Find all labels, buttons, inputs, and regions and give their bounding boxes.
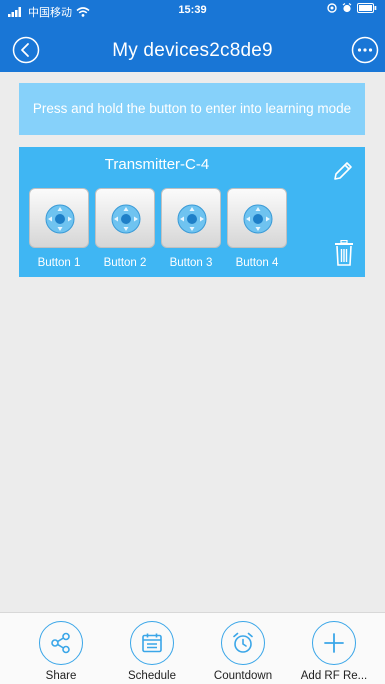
pencil-icon[interactable]	[331, 159, 355, 183]
dpad-icon	[177, 204, 207, 234]
learning-mode-hint: Press and hold the button to enter into …	[19, 83, 365, 135]
remote-button-3[interactable]	[161, 188, 221, 248]
dpad-icon	[45, 204, 75, 234]
trash-icon[interactable]	[333, 240, 355, 266]
share-label: Share	[45, 670, 77, 682]
remote-button-4[interactable]	[227, 188, 287, 248]
remote-button-1-label: Button 1	[37, 257, 81, 269]
header-bar: 中国移动 15:39 My devices2c8de9	[0, 0, 385, 72]
countdown-label: Countdown	[213, 670, 273, 682]
schedule-label: Schedule	[128, 670, 176, 682]
add-rf-remote-label: Add RF Re...	[300, 670, 368, 682]
share-button[interactable]	[39, 621, 83, 665]
remote-button-3-label: Button 3	[169, 257, 213, 269]
remote-button-1[interactable]	[29, 188, 89, 248]
back-arrow-icon	[12, 36, 40, 64]
remote-button-4-label: Button 4	[235, 257, 279, 269]
alarm-status-icon	[342, 3, 352, 13]
more-options-button[interactable]	[351, 36, 379, 64]
schedule-button[interactable]	[130, 621, 174, 665]
share-icon	[51, 632, 70, 654]
plus-icon	[324, 633, 344, 653]
calendar-icon	[142, 633, 162, 653]
alarm-clock-icon	[233, 632, 253, 653]
hint-text: Press and hold the button to enter into …	[32, 101, 352, 116]
countdown-button[interactable]	[221, 621, 265, 665]
bottom-toolbar: Share Schedule Countdown Add RF Re...	[0, 612, 385, 684]
location-icon	[327, 3, 337, 13]
add-rf-remote-button[interactable]	[312, 621, 356, 665]
dpad-icon	[111, 204, 141, 234]
device-card: Transmitter-C-4 Button 1 Button 2 Button…	[19, 147, 365, 277]
device-name: Transmitter-C-4	[104, 156, 210, 173]
battery-icon	[357, 3, 377, 13]
status-bar: 中国移动 15:39	[0, 0, 385, 20]
page-title: My devices2c8de9	[112, 40, 273, 61]
remote-button-2[interactable]	[95, 188, 155, 248]
more-dots-icon	[351, 36, 379, 64]
back-button[interactable]	[12, 36, 40, 64]
status-right	[327, 3, 377, 13]
dpad-icon	[243, 204, 273, 234]
remote-button-2-label: Button 2	[103, 257, 147, 269]
